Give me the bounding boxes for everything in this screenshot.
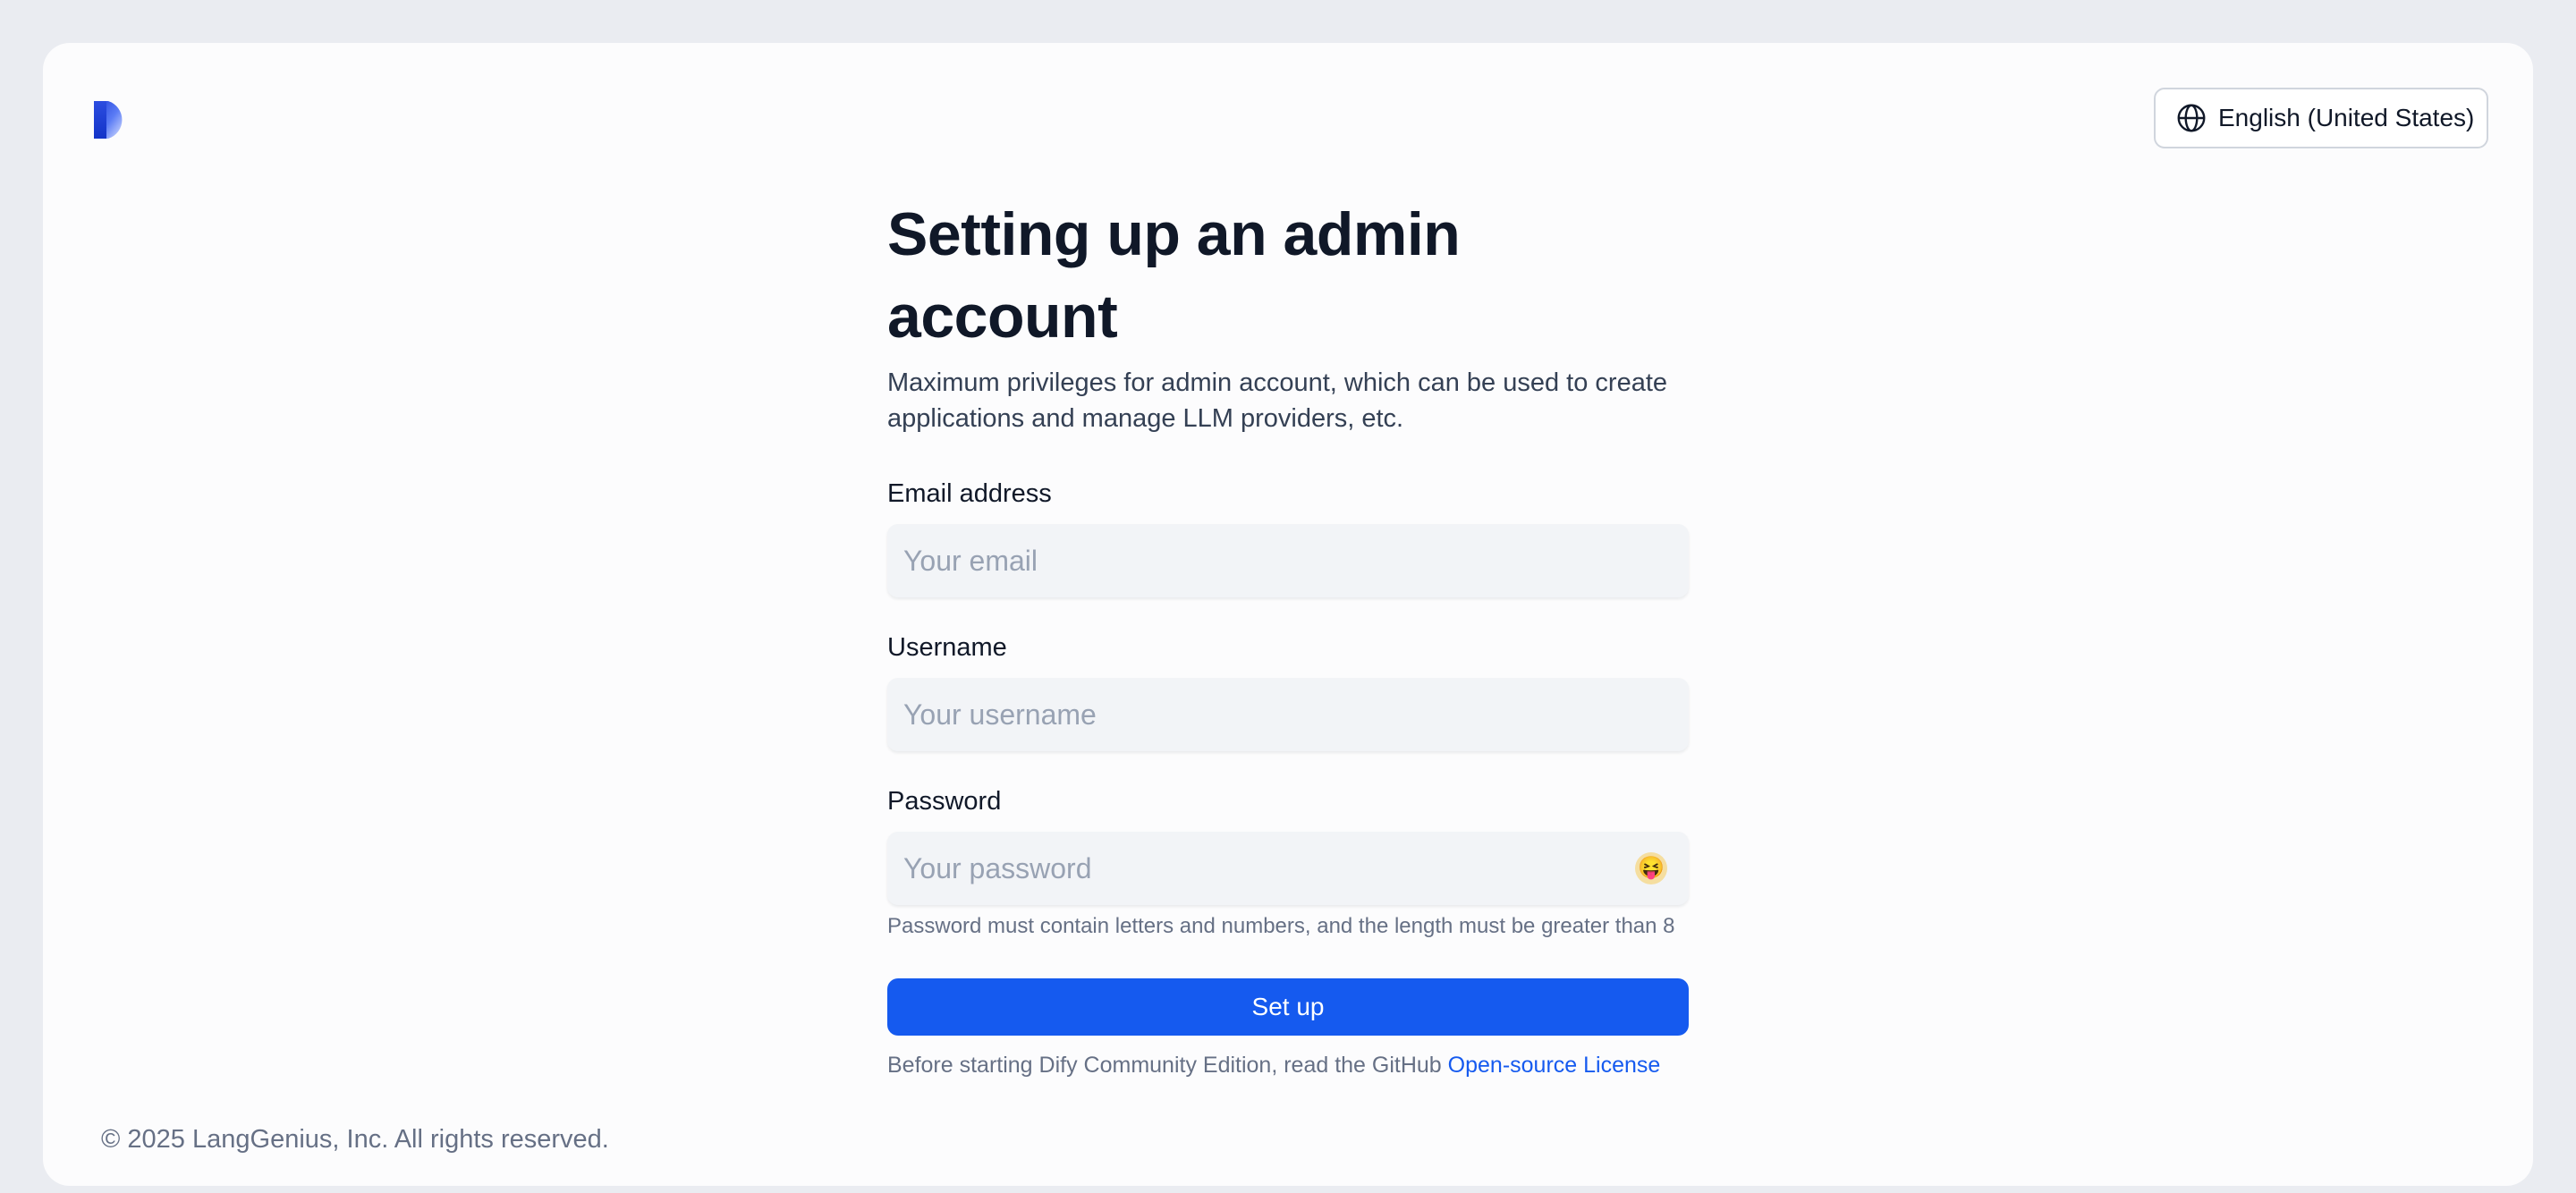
setup-button[interactable]: Set up [887, 978, 1689, 1036]
password-field-wrapper: 😝 [887, 832, 1689, 905]
language-label: English (United States) [2218, 104, 2475, 131]
license-text: Before starting Dify Community Edition, … [887, 1053, 1448, 1078]
setup-card: English (United States) Setting up an ad… [43, 43, 2533, 1186]
setup-form-section: Setting up an admin account Maximum priv… [887, 193, 1689, 1080]
globe-icon [2175, 102, 2207, 134]
page-subtitle: Maximum privileges for admin account, wh… [887, 368, 1668, 433]
license-notice: Before starting Dify Community Edition, … [887, 1050, 1689, 1080]
page-title: Setting up an admin account [887, 200, 1461, 351]
password-label: Password [887, 787, 1002, 816]
username-input[interactable] [887, 678, 1689, 751]
footer-copyright: © 2025 LangGenius, Inc. All rights reser… [101, 1125, 609, 1154]
language-selector-button[interactable]: English (United States) [2154, 88, 2488, 148]
open-source-license-link[interactable]: Open-source License [1448, 1053, 1661, 1078]
username-label: Username [887, 633, 1007, 662]
password-input[interactable] [887, 832, 1689, 905]
email-input[interactable] [887, 524, 1689, 597]
password-hint: Password must contain letters and number… [887, 914, 1675, 938]
email-label: Email address [887, 479, 1052, 508]
logo-icon [92, 99, 131, 140]
show-password-toggle-icon[interactable]: 😝 [1635, 852, 1667, 884]
